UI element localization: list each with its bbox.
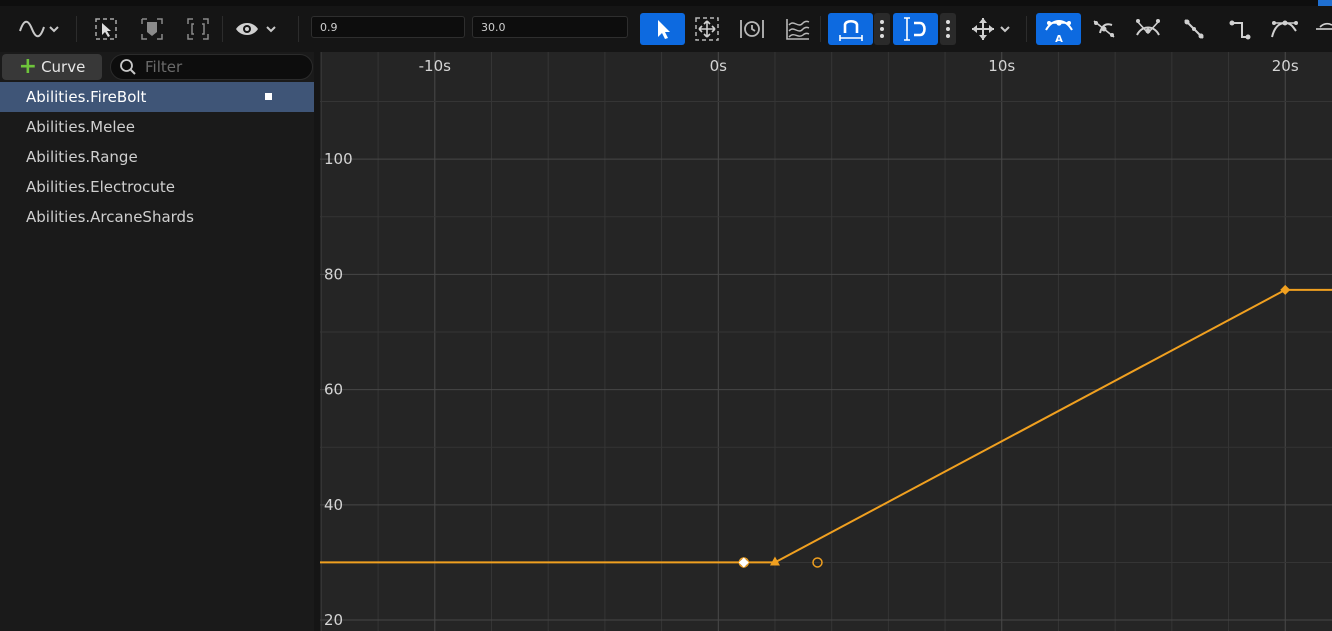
time-snap-icon (838, 19, 863, 41)
toolbar: A (0, 6, 1332, 52)
pointer-icon (657, 20, 670, 39)
curve-item-label: Abilities.ArcaneShards (26, 208, 194, 226)
curve-line-0[interactable] (320, 288, 1332, 564)
auto-tangent-icon: A (1044, 20, 1073, 44)
add-curve-button[interactable]: + Curve (2, 54, 102, 80)
frame-all-icon (187, 18, 209, 40)
toolbar-separator (298, 16, 299, 42)
pointer-tool-button[interactable] (640, 13, 685, 45)
more-vertical-icon (880, 20, 884, 38)
curve-item-firebolt[interactable]: Abilities.FireBolt (0, 82, 314, 112)
weighted-tangent-icon (1271, 20, 1298, 38)
add-curve-label: Curve (41, 58, 86, 76)
linear-tangent-icon (1184, 19, 1204, 39)
transform-icon (695, 17, 719, 41)
break-tangent-icon (1136, 19, 1160, 36)
curve-item-melee[interactable]: Abilities.Melee (0, 112, 314, 142)
y-tick-label: 60 (324, 381, 343, 399)
user-tangent-button[interactable] (1088, 13, 1120, 45)
curve-item-label: Abilities.FireBolt (26, 88, 147, 106)
visibility-button[interactable] (232, 13, 282, 45)
multi-scale-icon (786, 19, 810, 40)
x-tick-label: 10s (988, 57, 1015, 75)
retime-icon (740, 20, 764, 38)
y-tick-label: 40 (324, 496, 343, 514)
plus-icon: + (18, 54, 38, 79)
auto-tangent-button[interactable]: A (1036, 13, 1081, 45)
select-tool-icon (95, 18, 117, 40)
filter-input[interactable] (145, 58, 295, 76)
curve-item-label: Abilities.Melee (26, 118, 135, 136)
frame-selection-button[interactable] (138, 13, 166, 45)
toolbar-separator (1026, 16, 1027, 42)
svg-text:A: A (1055, 34, 1063, 44)
toolbar-separator (222, 16, 223, 42)
curve-item-label: Abilities.Electrocute (26, 178, 176, 196)
y-tick-label: 20 (324, 611, 343, 629)
toolbar-separator (820, 16, 821, 42)
value-snap-button[interactable] (893, 13, 938, 45)
view-max-input[interactable] (472, 16, 628, 38)
constant-tangent-button[interactable] (1224, 13, 1256, 45)
axis-snap-button[interactable] (966, 13, 1016, 45)
curve-item-label: Abilities.Range (26, 148, 138, 166)
search-icon (120, 59, 136, 75)
frame-selection-icon (141, 18, 163, 40)
selected-curve-indicator (265, 93, 272, 100)
weighted-tangent-button[interactable] (1268, 13, 1300, 45)
curve-item-arcaneshards[interactable]: Abilities.ArcaneShards (0, 202, 314, 232)
filter-box[interactable] (110, 54, 313, 80)
retime-tool-button[interactable] (736, 13, 768, 45)
y-tick-label: 80 (324, 265, 343, 283)
curve-graph-canvas[interactable]: -10s 0s 10s 20s 100 80 60 40 20 (320, 52, 1332, 631)
x-tick-label: 0s (710, 57, 728, 75)
curve-display-icon (19, 20, 59, 38)
curve-list-panel: + Curve Abilities.FireBolt Abilities.Mel… (0, 52, 314, 631)
frame-all-button[interactable] (184, 13, 212, 45)
value-snap-icon (903, 17, 926, 41)
more-vertical-icon (946, 20, 950, 38)
curve-graph[interactable]: -10s 0s 10s 20s 100 80 60 40 20 (320, 52, 1332, 631)
multi-scale-tool-button[interactable] (782, 13, 814, 45)
constant-tangent-icon (1229, 20, 1251, 40)
break-tangent-button[interactable] (1132, 13, 1164, 45)
toolbar-separator (76, 16, 77, 42)
curve-key-diamond[interactable] (1280, 284, 1291, 295)
user-tangent-icon (1093, 20, 1115, 38)
curve-display-button[interactable] (14, 13, 64, 45)
linear-tangent-button[interactable] (1178, 13, 1210, 45)
time-snap-options-button[interactable] (874, 13, 890, 45)
x-tick-label: -10s (419, 57, 451, 75)
more-tangent-button[interactable] (1312, 13, 1332, 45)
select-tool-button[interactable] (92, 13, 120, 45)
curve-tree: Abilities.FireBolt Abilities.Melee Abili… (0, 82, 314, 232)
visibility-icon (236, 23, 276, 35)
value-snap-options-button[interactable] (940, 13, 956, 45)
overflow-icon (1316, 22, 1332, 30)
axis-snap-icon (972, 18, 1010, 40)
time-snap-button[interactable] (828, 13, 873, 45)
y-tick-label: 100 (324, 150, 353, 168)
view-min-input[interactable] (311, 16, 465, 38)
transform-tool-button[interactable] (690, 13, 724, 45)
x-tick-label: 20s (1272, 57, 1299, 75)
curve-item-range[interactable]: Abilities.Range (0, 142, 314, 172)
curve-item-electrocute[interactable]: Abilities.Electrocute (0, 172, 314, 202)
